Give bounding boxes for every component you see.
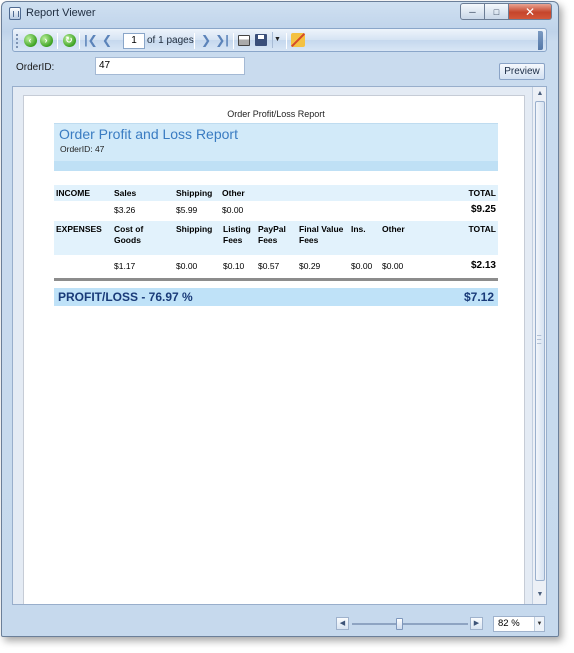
expenses-header-row: EXPENSES Cost of Goods Shipping Listing … [54,221,498,255]
expenses-col-other: Other [382,224,405,234]
income-sales-value: $3.26 [114,205,136,215]
close-button[interactable]: ✕ [509,3,552,20]
order-id-label: OrderID: [16,62,55,73]
income-col-shipping: Shipping [176,188,213,198]
header-band [54,161,498,171]
title-bar: Report Viewer ─ □ ✕ [2,2,558,24]
next-page-icon: ❯ [200,33,212,47]
income-other-value: $0.00 [222,205,244,215]
first-page-icon: |❮ [84,33,98,47]
expenses-col-shipping: Shipping [176,224,213,234]
income-col-other: Other [222,188,245,198]
expenses-col-listing-fees: Listing Fees [223,224,251,245]
maximize-button[interactable]: □ [485,3,509,20]
income-total-value: $9.25 [470,204,496,215]
profit-loss-row: PROFIT/LOSS - 76.97 % $7.12 [54,288,498,306]
scroll-down-arrow[interactable]: ▼ [535,590,545,600]
scroll-thumb[interactable]: ─ ─ ─ [535,101,545,581]
preview-button[interactable]: Preview [499,63,545,80]
expenses-col-final-value-fees: Final Value Fees [299,224,344,245]
refresh-button[interactable]: ↻ [61,32,77,48]
income-total-label: TOTAL [468,188,496,198]
toolbar-overflow[interactable] [538,31,543,50]
expenses-label: EXPENSES [56,224,102,234]
expenses-values-row: $1.17 $0.00 $0.10 $0.57 $0.29 $0.00 $0.0… [54,255,498,275]
report-body: Order Profit/Loss Report Order Profit an… [54,109,498,306]
back-icon: ‹ [23,33,37,47]
expenses-total-value: $2.13 [470,260,496,271]
last-page-icon: ❯| [215,33,229,47]
toolbar-separator [57,33,58,49]
expenses-other-value: $0.00 [382,261,404,271]
expenses-col-insurance: Ins. [351,224,366,234]
report-order-id: OrderID: 47 [60,144,105,154]
report-title: Order Profit and Loss Report [59,126,238,142]
report-viewport: Order Profit/Loss Report Order Profit an… [12,86,547,605]
previous-page-button[interactable]: ❮ [99,32,115,48]
toolbar-separator [194,33,195,49]
report-toolbar: ‹ › ↻ |❮ ❮ 1 of 1 pages ❯ ❯| ▼ [12,28,547,52]
toolbar-separator [286,33,287,49]
save-format-dropdown[interactable]: ▼ [272,32,282,48]
expenses-final-value-fees-value: $0.29 [299,261,321,271]
page-number-input[interactable]: 1 [123,33,145,49]
app-icon [9,7,21,20]
scroll-grip-icon: ─ ─ ─ [537,333,542,347]
zoom-value: 82 % [498,618,520,629]
save-icon [255,34,267,46]
next-page-button[interactable]: ❯ [198,32,214,48]
vertical-scrollbar[interactable]: ▲ ─ ─ ─ ▼ [532,87,546,604]
print-icon [238,34,250,46]
tools-icon [291,33,305,47]
forward-icon: › [39,33,53,47]
report-viewer-window: Report Viewer ─ □ ✕ ‹ › ↻ |❮ ❮ 1 of 1 pa… [1,1,559,637]
expenses-paypal-fees-value: $0.57 [258,261,280,271]
print-button[interactable] [236,32,252,48]
zoom-track-line [352,623,468,625]
report-header: Order Profit and Loss Report OrderID: 47 [54,123,498,171]
window-title: Report Viewer [26,7,96,19]
toolbar-separator [79,33,80,49]
income-label: INCOME [56,188,90,198]
expenses-col-paypal-fees: PayPal Fees [258,224,286,245]
expenses-shipping-value: $0.00 [176,261,198,271]
first-page-button[interactable]: |❮ [83,32,99,48]
expenses-listing-fees-value: $0.10 [223,261,245,271]
income-header-row: INCOME Sales Shipping Other TOTAL [54,185,498,201]
save-button[interactable] [253,32,269,48]
income-col-sales: Sales [114,188,137,198]
zoom-in-button[interactable]: ▶ [470,617,483,630]
page-count-label: of 1 pages [147,35,194,46]
expenses-total-label: TOTAL [468,224,496,234]
window-controls: ─ □ ✕ [460,3,552,20]
zoom-slider[interactable]: ◀ ▶ [336,617,484,631]
profit-loss-value: $7.12 [463,290,494,304]
back-button[interactable]: ‹ [22,32,38,48]
zoom-dropdown-arrow-icon[interactable]: ▼ [534,617,544,631]
report-page: Order Profit/Loss Report Order Profit an… [23,95,525,604]
income-shipping-value: $5.99 [176,205,198,215]
zoom-combobox[interactable]: 82 % ▼ [493,616,545,632]
profit-loss-label: PROFIT/LOSS - 76.97 % [58,290,193,304]
income-values-row: $3.26 $5.99 $0.00 $9.25 [54,201,498,219]
expenses-cost-of-goods-value: $1.17 [114,261,136,271]
expenses-col-cost-of-goods: Cost of Goods [114,224,144,245]
summary-divider [54,278,498,281]
refresh-icon: ↻ [62,33,76,47]
zoom-out-button[interactable]: ◀ [336,617,349,630]
toolbar-grip[interactable] [16,34,19,48]
expenses-insurance-value: $0.00 [351,261,373,271]
tools-button[interactable] [290,32,306,48]
report-caption: Order Profit/Loss Report [227,109,325,119]
minimize-button[interactable]: ─ [460,3,485,20]
status-bar: ◀ ▶ 82 % ▼ [2,606,558,636]
forward-button[interactable]: › [38,32,54,48]
order-id-input[interactable]: 47 [95,57,245,75]
zoom-thumb[interactable] [396,618,403,630]
toolbar-separator [233,33,234,49]
scroll-up-arrow[interactable]: ▲ [535,89,545,99]
previous-page-icon: ❮ [101,33,113,47]
last-page-button[interactable]: ❯| [214,32,230,48]
